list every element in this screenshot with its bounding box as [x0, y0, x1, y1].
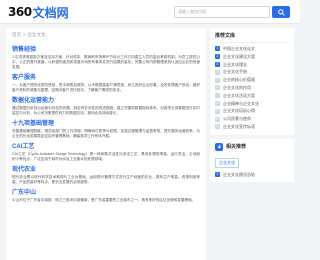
recommend-panel: 推荐文库 1 中国企业文化论文 2 企业文化建设方案 3 企业文化理念 4 企业文化手册… — [210, 28, 294, 135]
main-content: 首页 > 企业文化 销售经验 1.引进求贤激励方案及支持方案。针对成本、推销和市场等… — [6, 28, 206, 260]
list-item-label: 企业精神与企业文化 — [223, 100, 259, 106]
hot-title: 相关推荐 — [226, 144, 247, 151]
list-item[interactable]: 4 企业文化手册 — [215, 68, 289, 76]
section-title: 数据化运营能力 — [12, 98, 55, 104]
rank-badge: 4 — [215, 69, 220, 75]
section-0: 销售经验 1.引进求贤激励方案及支持方案。针对成本、推销和市场等环节设计工作方向… — [12, 46, 200, 70]
article: 销售经验 1.引进求贤激励方案及支持方案。针对成本、推销和市场等环节设计工作方向… — [12, 42, 200, 203]
rank-badge: 11 — [215, 124, 220, 130]
section-body: 现代农业是以现代科学技术和现代工业为基础，运用现代管理方式进行生产经营的农业，具… — [12, 175, 200, 184]
rank-badge: 1 — [215, 172, 220, 178]
sidebar: 推荐文库 1 中国企业文化论文 2 企业文化建设方案 3 企业文化理念 4 企业文化手册… — [210, 28, 294, 186]
section-2: 数据化运营能力 通过数据分析找出运营中存在的问题，制定有针对性的改进措施，建立完… — [12, 97, 200, 116]
section-6: 广东中山 中山市位于广东省中南部、珠江三角洲中部偏南，是广东省重要的工业城市之一… — [12, 189, 200, 203]
list-item[interactable]: 1 中国企业文化论文 — [215, 45, 289, 53]
list-item-label: 企业文化培训心得 — [223, 108, 255, 114]
rank-badge: 8 — [215, 100, 220, 106]
list-item[interactable]: 8 企业精神与企业文化 — [215, 100, 289, 108]
list-item[interactable]: 3 企业文化理念 — [215, 61, 289, 69]
section-title: 客户服务 — [12, 75, 37, 81]
breadcrumb: 首页 > 企业文化 — [12, 32, 46, 38]
rank-badge: 1 — [215, 46, 220, 52]
section-1: 客户服务 一、为客户提供优质的售前、售中和售后服务，以不断提高客户满意度，树立良… — [12, 74, 200, 93]
section-body: 完善基础管理制度，规范各部门的工作流程，明确岗位职责与权限，加强过程管理与监督考… — [12, 129, 200, 138]
breadcrumb-current[interactable]: 企业文化 — [28, 32, 46, 37]
list-item-label: 企业文化的作用 — [223, 84, 251, 90]
hot-tag[interactable]: 企业文化 — [215, 157, 239, 168]
rank-badge: 2 — [215, 54, 220, 60]
list-item-label: 企业文化手册 — [223, 69, 247, 75]
hot-item[interactable]: 1 企业文化建设总结 — [215, 172, 289, 178]
section-body: 一、为客户提供优质的售前、售中和售后服务，以不断提高客户满意度，树立良好企业形象… — [12, 83, 200, 92]
hot-panel: 相关推荐 企业文化 1 企业文化建设总结 — [210, 138, 294, 182]
list-item-label: 企业文化理念 — [223, 61, 247, 67]
rank-badge: 10 — [215, 116, 220, 122]
section-title: 销售经验 — [12, 47, 37, 53]
list-item[interactable]: 10 公司愿景与使命 — [215, 115, 289, 123]
breadcrumb-separator-icon: > — [23, 32, 26, 37]
breadcrumb-home[interactable]: 首页 — [12, 32, 21, 37]
logo-number: 360 — [8, 5, 32, 19]
fire-icon — [215, 142, 223, 151]
logo-text: 文档网 — [32, 5, 69, 20]
list-item[interactable]: 2 企业文化建设方案 — [215, 53, 289, 61]
rank-badge: 6 — [215, 85, 220, 91]
list-item[interactable]: 6 企业文化的作用 — [215, 84, 289, 92]
search-input[interactable]: 请输入查找内容 — [174, 6, 270, 18]
rank-badge: 7 — [215, 93, 220, 99]
list-item[interactable]: 5 企业的核心价值观 — [215, 76, 289, 84]
hot-header: 相关推荐 — [215, 142, 289, 151]
rank-badge: 3 — [215, 61, 220, 67]
section-title: 广东中山 — [12, 190, 37, 196]
hot-item-label: 企业文化建设总结 — [223, 171, 255, 177]
list-item-label: 企业的核心价值观 — [223, 77, 255, 83]
list-item-label: 企业文化宣传标语 — [223, 123, 255, 129]
section-title: 十九项基础管理 — [12, 121, 55, 127]
section-body: CAI工艺（Cyclic Activated Sludge Technology… — [12, 152, 200, 161]
recommend-title: 推荐文库 — [215, 32, 289, 43]
list-item[interactable]: 9 企业文化培训心得 — [215, 107, 289, 115]
section-5: 现代农业 现代农业是以现代科学技术和现代工业为基础，运用现代管理方式进行生产经营… — [12, 166, 200, 185]
rank-badge: 9 — [215, 108, 220, 114]
list-item-label: 公司愿景与使命 — [223, 116, 251, 122]
section-body: 1.引进求贤激励方案及支持方案。针对成本、推销和市场等环节设计工作方向建立人员的… — [12, 55, 200, 69]
section-title: CAI工艺 — [12, 144, 35, 150]
section-body: 通过数据分析找出运营中存在的问题，制定有针对性的改进措施，建立完善的数据指标体系… — [12, 106, 200, 115]
list-item-label: 企业文化建设方案 — [223, 53, 255, 59]
search-button[interactable] — [272, 6, 290, 18]
section-4: CAI工艺 CAI工艺（Cyclic Activated Sludge Tech… — [12, 143, 200, 162]
rank-badge: 5 — [215, 77, 220, 83]
search-icon — [277, 8, 285, 16]
list-item[interactable]: 7 企业文化活动方案 — [215, 92, 289, 100]
list-item-label: 中国企业文化论文 — [223, 46, 255, 51]
list-item-label: 企业文化活动方案 — [223, 92, 255, 98]
section-body: 中山市位于广东省中南部、珠江三角洲中部偏南，是广东省重要的工业城市之一，具有良好… — [12, 198, 196, 202]
site-logo[interactable]: 360 文档网 — [8, 4, 69, 20]
list-item[interactable]: 11 企业文化宣传标语 — [215, 123, 289, 131]
section-3: 十九项基础管理 完善基础管理制度，规范各部门的工作流程，明确岗位职责与权限，加强… — [12, 120, 200, 139]
header: 360 文档网 请输入查找内容 — [0, 0, 300, 24]
section-title: 现代农业 — [12, 167, 37, 173]
